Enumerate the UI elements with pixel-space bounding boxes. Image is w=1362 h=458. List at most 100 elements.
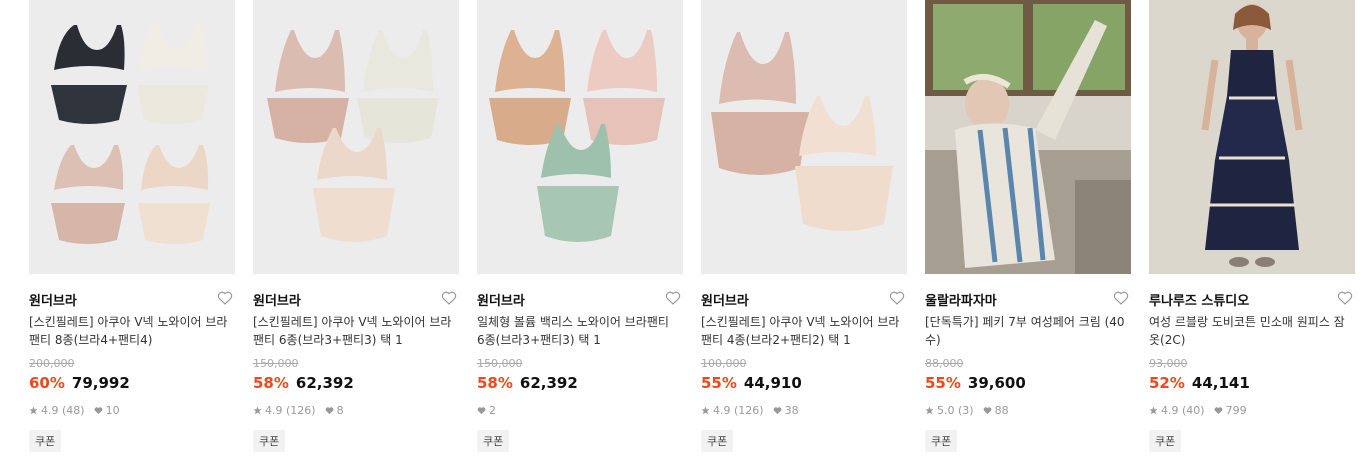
like-count: 10 bbox=[105, 404, 120, 417]
review-meta: 2 bbox=[477, 404, 496, 417]
original-price: 200,000 bbox=[29, 357, 75, 370]
product-image[interactable] bbox=[1149, 0, 1355, 274]
sale-price: 62,392 bbox=[295, 374, 354, 392]
pink-bra bbox=[711, 32, 809, 175]
bra-set-image bbox=[711, 32, 893, 231]
star-icon bbox=[29, 406, 38, 415]
rating-value: 4.9 bbox=[265, 404, 283, 417]
product-image[interactable] bbox=[477, 0, 683, 274]
star-icon bbox=[1149, 406, 1158, 415]
beige-bra bbox=[138, 145, 210, 244]
ivory-bra bbox=[357, 30, 439, 143]
heart-icon[interactable] bbox=[441, 290, 457, 306]
dress-photo bbox=[1149, 0, 1355, 274]
rating-value: 5.0 bbox=[937, 404, 955, 417]
discount-rate: 55% bbox=[701, 374, 737, 392]
pink-bra bbox=[267, 30, 349, 143]
product-brand[interactable]: 원더브라 bbox=[29, 290, 77, 309]
heart-icon[interactable] bbox=[1113, 290, 1129, 306]
discount-rate: 58% bbox=[253, 374, 289, 392]
discount-rate: 55% bbox=[925, 374, 961, 392]
product-brand[interactable]: 원더브라 bbox=[477, 290, 525, 309]
like-count: 8 bbox=[336, 404, 344, 417]
pink-bra bbox=[51, 145, 125, 244]
heart-icon[interactable] bbox=[889, 290, 905, 306]
like-count: 88 bbox=[994, 404, 1009, 417]
price-line: 55% 44,910 bbox=[701, 374, 802, 392]
coupon-badge: 쿠폰 bbox=[477, 430, 510, 452]
original-price: 88,000 bbox=[925, 357, 964, 370]
rating-value: 4.9 bbox=[41, 404, 59, 417]
product-card[interactable]: 원더브라 [스킨필레트] 아쿠아 V넥 노와이어 브라팬티 6종(브라3+팬티3… bbox=[253, 0, 459, 458]
coupon-badge: 쿠폰 bbox=[1149, 430, 1182, 452]
product-image[interactable] bbox=[253, 0, 459, 274]
heart-filled-icon bbox=[477, 407, 486, 415]
ivory-bra bbox=[137, 22, 209, 124]
sale-price: 79,992 bbox=[71, 374, 130, 392]
review-meta: 5.0 (3) 88 bbox=[925, 404, 1009, 417]
review-count: (126) bbox=[734, 404, 764, 417]
coupon-badge: 쿠폰 bbox=[29, 430, 62, 452]
price-line: 58% 62,392 bbox=[477, 374, 578, 392]
black-bra bbox=[51, 25, 127, 124]
pink-bra bbox=[583, 30, 665, 145]
product-brand[interactable]: 루나루즈 스튜디오 bbox=[1149, 290, 1249, 309]
product-title[interactable]: 여성 르블랑 도비코튼 민소매 원피스 잠옷(2C) bbox=[1149, 313, 1349, 349]
product-title[interactable]: [스킨필레트] 아쿠아 V넥 노와이어 브라팬티 6종(브라3+팬티3) 택 1 bbox=[253, 313, 453, 349]
sale-price: 44,141 bbox=[1191, 374, 1250, 392]
star-icon bbox=[253, 406, 262, 415]
original-price: 150,000 bbox=[477, 357, 523, 370]
like-count: 2 bbox=[489, 404, 496, 417]
review-count: (40) bbox=[1182, 404, 1205, 417]
discount-rate: 52% bbox=[1149, 374, 1185, 392]
product-brand[interactable]: 원더브라 bbox=[253, 290, 301, 309]
sale-price: 39,600 bbox=[967, 374, 1026, 392]
product-image[interactable] bbox=[29, 0, 235, 274]
product-card[interactable]: 원더브라 [스킨필레트] 아쿠아 V넥 노와이어 브라팬티 4종(브라2+팬티2… bbox=[701, 0, 907, 458]
review-meta: 4.9 (126) 8 bbox=[253, 404, 344, 417]
product-card[interactable]: 원더브라 일체형 볼륨 백리스 노와이어 브라팬티 6종(브라3+팬티3) 택 … bbox=[477, 0, 683, 458]
product-brand[interactable]: 원더브라 bbox=[701, 290, 749, 309]
heart-icon[interactable] bbox=[1337, 290, 1353, 306]
heart-filled-icon bbox=[94, 407, 102, 415]
heart-filled-icon bbox=[773, 407, 781, 415]
heart-filled-icon bbox=[1214, 407, 1222, 415]
product-title[interactable]: [스킨필레트] 아쿠아 V넥 노와이어 브라팬티 8종(브라4+팬티4) bbox=[29, 313, 229, 349]
price-line: 58% 62,392 bbox=[253, 374, 354, 392]
product-title[interactable]: 일체형 볼륨 백리스 노와이어 브라팬티 6종(브라3+팬티3) 택 1 bbox=[477, 313, 677, 349]
product-grid: 원더브라 [스킨필레트] 아쿠아 V넥 노와이어 브라팬티 8종(브라4+팬티4… bbox=[0, 0, 1362, 458]
star-icon bbox=[701, 406, 710, 415]
price-line: 60% 79,992 bbox=[29, 374, 130, 392]
pajama-photo bbox=[925, 0, 1131, 274]
like-count: 799 bbox=[1225, 404, 1247, 417]
product-card[interactable]: 울랄라파자마 [단독특가] 페키 7부 여성페어 크림 (40수) 88,000… bbox=[925, 0, 1131, 458]
discount-rate: 58% bbox=[477, 374, 513, 392]
sale-price: 44,910 bbox=[743, 374, 802, 392]
product-title[interactable]: [단독특가] 페키 7부 여성페어 크림 (40수) bbox=[925, 313, 1125, 349]
product-brand[interactable]: 울랄라파자마 bbox=[925, 290, 997, 309]
product-title[interactable]: [스킨필레트] 아쿠아 V넥 노와이어 브라팬티 4종(브라2+팬티2) 택 1 bbox=[701, 313, 901, 349]
review-meta: 4.9 (40) 799 bbox=[1149, 404, 1247, 417]
rating-value: 4.9 bbox=[1161, 404, 1179, 417]
original-price: 93,000 bbox=[1149, 357, 1188, 370]
product-card[interactable]: 원더브라 [스킨필레트] 아쿠아 V넥 노와이어 브라팬티 8종(브라4+팬티4… bbox=[29, 0, 235, 458]
discount-rate: 60% bbox=[29, 374, 65, 392]
review-count: (48) bbox=[62, 404, 85, 417]
product-card[interactable]: 루나루즈 스튜디오 여성 르블랑 도비코튼 민소매 원피스 잠옷(2C) 93,… bbox=[1149, 0, 1355, 458]
product-image[interactable] bbox=[701, 0, 907, 274]
review-count: (3) bbox=[958, 404, 974, 417]
product-image[interactable] bbox=[925, 0, 1131, 274]
coupon-badge: 쿠폰 bbox=[253, 430, 286, 452]
sale-price: 62,392 bbox=[519, 374, 578, 392]
heart-filled-icon bbox=[325, 407, 333, 415]
coupon-badge: 쿠폰 bbox=[925, 430, 958, 452]
heart-filled-icon bbox=[983, 407, 991, 415]
heart-icon[interactable] bbox=[217, 290, 233, 306]
bra-set-image bbox=[489, 30, 665, 242]
heart-icon[interactable] bbox=[665, 290, 681, 306]
bra-set-image bbox=[267, 30, 439, 242]
rating-value: 4.9 bbox=[713, 404, 731, 417]
like-count: 38 bbox=[784, 404, 799, 417]
original-price: 150,000 bbox=[253, 357, 299, 370]
star-icon bbox=[925, 406, 934, 415]
